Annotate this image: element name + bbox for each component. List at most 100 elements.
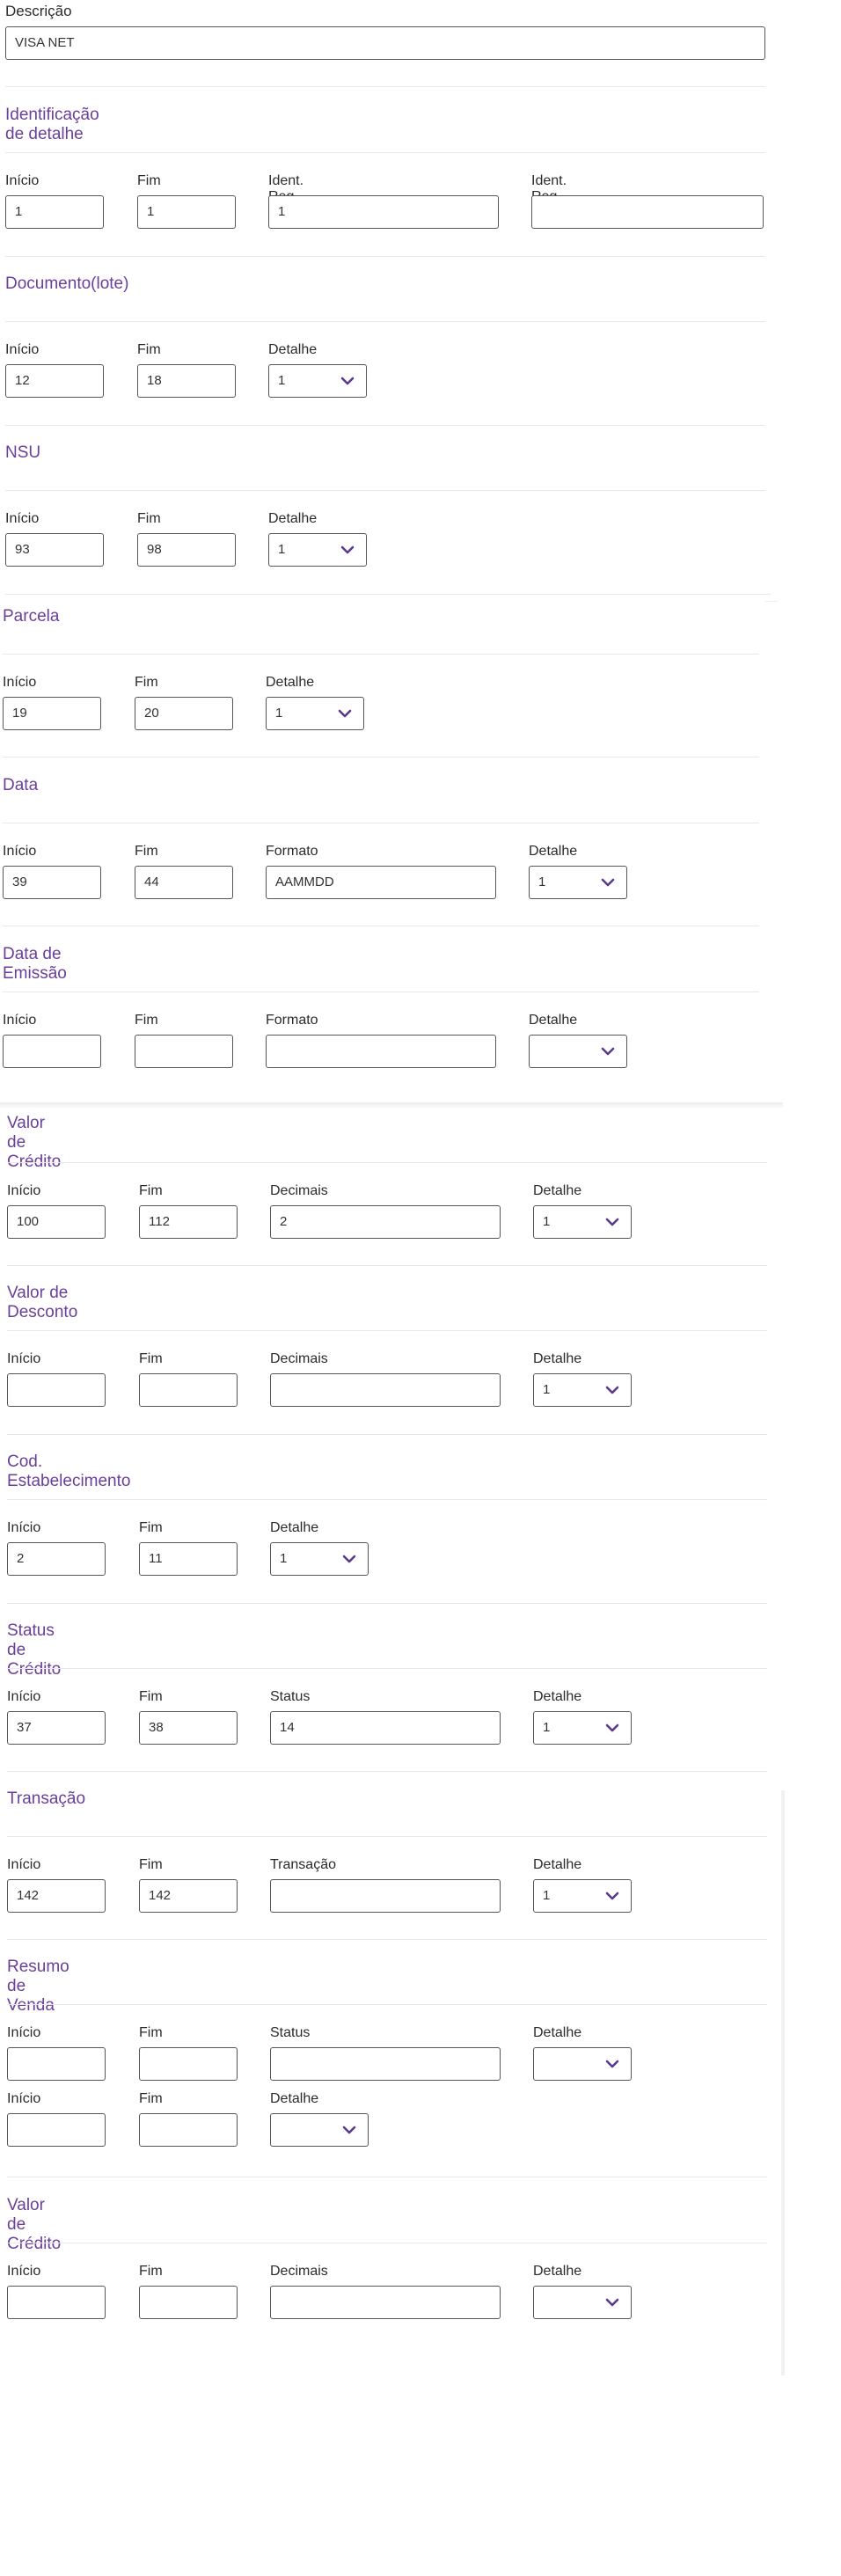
select-value: 1 bbox=[275, 706, 283, 721]
ident-reg1-input[interactable]: 1 bbox=[268, 195, 499, 229]
status-credito-inicio-input[interactable]: 37 bbox=[7, 1711, 106, 1745]
transacao-fim-input[interactable]: 142 bbox=[139, 1879, 238, 1913]
resumo-venda-fim2-input[interactable] bbox=[139, 2113, 238, 2147]
valor-desconto-decimais-input[interactable] bbox=[270, 1373, 501, 1407]
data-emissao-fim-input[interactable] bbox=[135, 1035, 233, 1068]
parcela-fim-input[interactable]: 20 bbox=[135, 697, 233, 730]
chevron-down-icon bbox=[605, 1723, 619, 1732]
decimais-label: Decimais bbox=[270, 1183, 328, 1198]
inicio-label: Início bbox=[7, 1183, 41, 1198]
inicio-label: Início bbox=[7, 2264, 41, 2279]
divider bbox=[7, 1836, 767, 1837]
valor-credito2-inicio-input[interactable] bbox=[7, 2286, 106, 2319]
divider bbox=[7, 1434, 767, 1435]
data-detalhe-select[interactable]: 1 bbox=[529, 866, 627, 899]
detalhe-label: Detalhe bbox=[268, 511, 318, 526]
cod-estabelecimento-detalhe-select[interactable]: 1 bbox=[270, 1542, 369, 1576]
divider bbox=[7, 1939, 767, 1940]
valor-desconto-detalhe-select[interactable]: 1 bbox=[533, 1373, 632, 1407]
fim-label: Fim bbox=[139, 1520, 163, 1535]
parcela-detalhe-select[interactable]: 1 bbox=[266, 697, 364, 730]
select-value: 1 bbox=[543, 1888, 551, 1903]
resumo-venda-fim-input[interactable] bbox=[139, 2047, 238, 2081]
valor-credito2-detalhe-select[interactable] bbox=[533, 2286, 632, 2319]
data-inicio-input[interactable]: 39 bbox=[3, 866, 101, 899]
nsu-inicio-input[interactable]: 93 bbox=[5, 533, 104, 567]
cod-estabelecimento-fim-input[interactable]: 11 bbox=[139, 1542, 238, 1576]
detalhe-label: Detalhe bbox=[529, 1013, 578, 1028]
nsu-fim-input[interactable]: 98 bbox=[137, 533, 236, 567]
fim-label: Fim bbox=[137, 511, 161, 526]
resumo-venda-detalhe2-select[interactable] bbox=[270, 2113, 369, 2147]
select-value: 1 bbox=[543, 1720, 551, 1735]
inicio-label: Início bbox=[5, 511, 40, 526]
data-emissao-formato-input[interactable] bbox=[266, 1035, 496, 1068]
data-fim-input[interactable]: 44 bbox=[135, 866, 233, 899]
divider bbox=[7, 1330, 767, 1331]
inicio-label: Início bbox=[3, 1013, 37, 1028]
divider bbox=[5, 152, 765, 153]
parcela-inicio-input[interactable]: 19 bbox=[3, 697, 101, 730]
documento-fim-input[interactable]: 18 bbox=[137, 364, 236, 398]
inicio-label: Início bbox=[3, 844, 37, 859]
fim-label: Fim bbox=[139, 2264, 163, 2279]
status-credito-detalhe-select[interactable]: 1 bbox=[533, 1711, 632, 1745]
resumo-venda-inicio2-input[interactable] bbox=[7, 2113, 106, 2147]
detalhe-label: Detalhe bbox=[533, 2264, 582, 2279]
valor-credito2-decimais-input[interactable] bbox=[270, 2286, 501, 2319]
valor-credito-fim-input[interactable]: 112 bbox=[139, 1205, 238, 1239]
resumo-venda-status-input[interactable] bbox=[270, 2047, 501, 2081]
transacao-inicio-input[interactable]: 142 bbox=[7, 1879, 106, 1913]
detalhe-label: Detalhe bbox=[533, 1351, 582, 1366]
panel-edge bbox=[781, 1790, 785, 2375]
valor-credito-decimais-input[interactable]: 2 bbox=[270, 1205, 501, 1239]
ident-reg2-input[interactable] bbox=[531, 195, 764, 229]
fim-label: Fim bbox=[135, 844, 158, 859]
inicio-label: Início bbox=[5, 342, 40, 357]
divider bbox=[3, 654, 759, 655]
fim-label: Fim bbox=[139, 1183, 163, 1198]
chevron-down-icon bbox=[605, 1386, 619, 1394]
identificacao-inicio-input[interactable]: 1 bbox=[5, 195, 104, 229]
select-value: 1 bbox=[278, 542, 286, 557]
documento-inicio-input[interactable]: 12 bbox=[5, 364, 104, 398]
divider bbox=[7, 1771, 767, 1772]
detalhe-label: Detalhe bbox=[533, 1689, 582, 1704]
identificacao-fim-input[interactable]: 1 bbox=[137, 195, 236, 229]
valor-desconto-fim-input[interactable] bbox=[139, 1373, 238, 1407]
transacao-detalhe-select[interactable]: 1 bbox=[533, 1879, 632, 1913]
status-credito-fim-input[interactable]: 38 bbox=[139, 1711, 238, 1745]
data-formato-input[interactable]: AAMMDD bbox=[266, 866, 496, 899]
data-emissao-detalhe-select[interactable] bbox=[529, 1035, 627, 1068]
data-emissao-inicio-input[interactable] bbox=[3, 1035, 101, 1068]
resumo-venda-detalhe-select[interactable] bbox=[533, 2047, 632, 2081]
descricao-input[interactable]: VISA NET bbox=[5, 26, 765, 60]
valor-credito-detalhe-select[interactable]: 1 bbox=[533, 1205, 632, 1239]
inicio-label: Início bbox=[7, 1520, 41, 1535]
descricao-label: Descrição bbox=[5, 3, 72, 19]
detalhe-label: Detalhe bbox=[533, 2025, 582, 2040]
select-value: 1 bbox=[538, 875, 546, 889]
documento-detalhe-select[interactable]: 1 bbox=[268, 364, 367, 398]
fim-label: Fim bbox=[139, 2025, 163, 2040]
decimais-label: Decimais bbox=[270, 1351, 328, 1366]
valor-desconto-inicio-input[interactable] bbox=[7, 1373, 106, 1407]
valor-credito2-fim-input[interactable] bbox=[139, 2286, 238, 2319]
transacao-transacao-input[interactable] bbox=[270, 1879, 501, 1913]
inicio-label: Início bbox=[3, 675, 37, 690]
nsu-detalhe-select[interactable]: 1 bbox=[268, 533, 367, 567]
detalhe-label: Detalhe bbox=[270, 1520, 319, 1535]
inicio-label: Início bbox=[7, 1689, 41, 1704]
section-title-data-emissao: Data de Emissão bbox=[3, 945, 67, 983]
detalhe-label: Detalhe bbox=[266, 675, 315, 690]
select-value: 1 bbox=[543, 1382, 551, 1397]
valor-credito-inicio-input[interactable]: 100 bbox=[7, 1205, 106, 1239]
status-credito-status-input[interactable]: 14 bbox=[270, 1711, 501, 1745]
resumo-venda-inicio-input[interactable] bbox=[7, 2047, 106, 2081]
chevron-down-icon bbox=[601, 878, 615, 887]
section-title-valor-credito-2: Valor de Crédito bbox=[7, 2196, 62, 2253]
fim-label: Fim bbox=[137, 342, 161, 357]
detalhe-label: Detalhe bbox=[533, 1183, 582, 1198]
cod-estabelecimento-inicio-input[interactable]: 2 bbox=[7, 1542, 106, 1576]
status-label: Status bbox=[270, 2025, 311, 2040]
